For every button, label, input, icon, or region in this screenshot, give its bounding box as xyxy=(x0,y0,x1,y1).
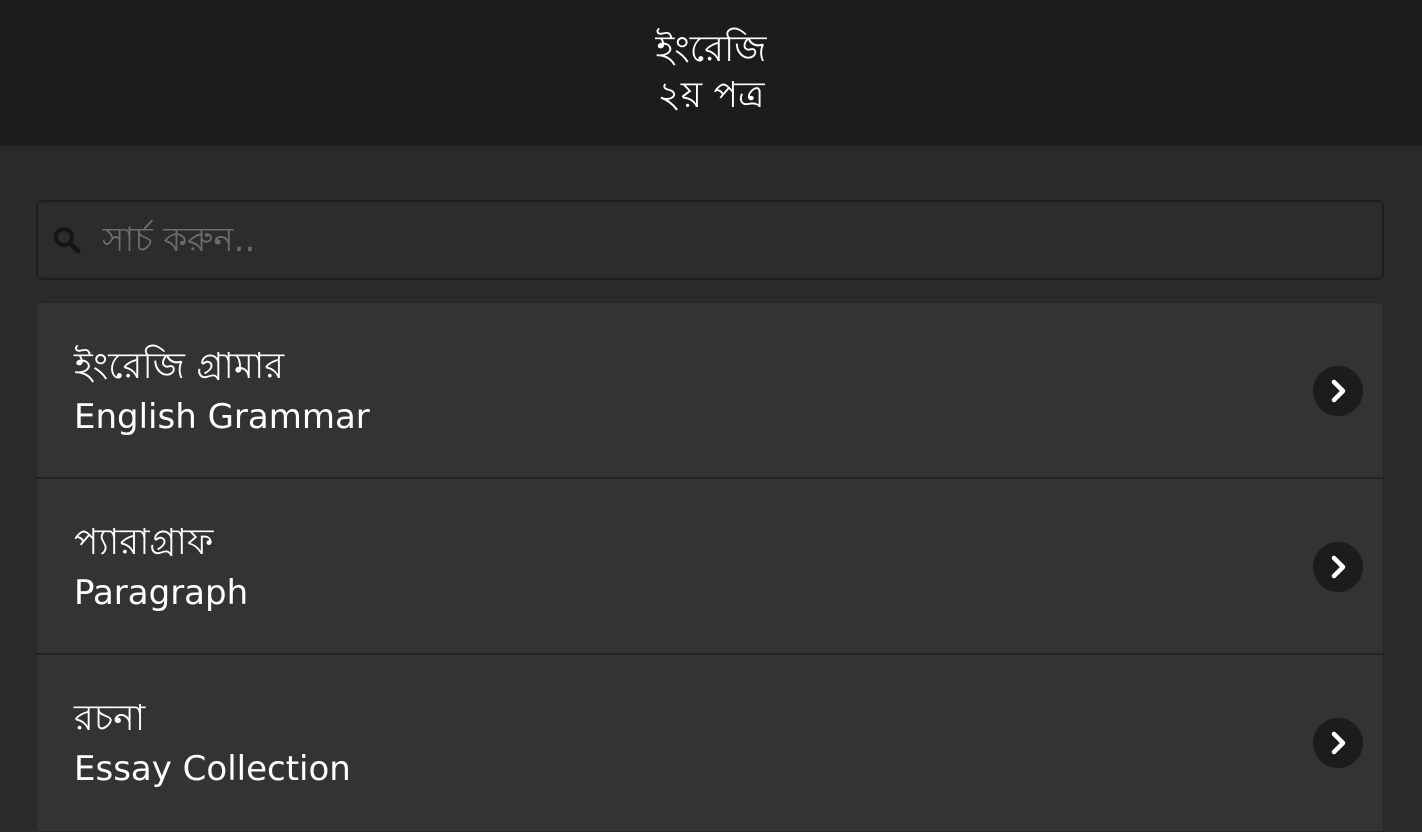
item-subtitle: Paragraph xyxy=(74,573,249,613)
item-subtitle: Essay Collection xyxy=(74,749,351,789)
header-title-line2: ২য় পত্র xyxy=(657,75,765,116)
item-title: প্যারাগ্রাফ xyxy=(74,522,214,563)
menu-list: ইংরেজি গ্রামার English Grammar প্যারাগ্র… xyxy=(36,302,1384,832)
list-item-english-grammar[interactable]: ইংরেজি গ্রামার English Grammar xyxy=(37,303,1383,479)
item-title: রচনা xyxy=(74,698,146,739)
search-input[interactable] xyxy=(100,201,1366,279)
item-title: ইংরেজি গ্রামার xyxy=(74,346,285,387)
list-item-essay-collection[interactable]: রচনা Essay Collection xyxy=(37,655,1383,831)
chevron-right-icon[interactable] xyxy=(1313,542,1363,592)
search-icon xyxy=(50,223,84,257)
header-title-line1: ইংরেজি xyxy=(655,29,767,70)
chevron-right-icon[interactable] xyxy=(1313,366,1363,416)
search-bar[interactable] xyxy=(36,200,1384,280)
chevron-right-icon[interactable] xyxy=(1313,718,1363,768)
list-item-paragraph[interactable]: প্যারাগ্রাফ Paragraph xyxy=(37,479,1383,655)
app-header: ইংরেজি ২য় পত্র xyxy=(0,0,1422,146)
item-subtitle: English Grammar xyxy=(74,397,370,437)
